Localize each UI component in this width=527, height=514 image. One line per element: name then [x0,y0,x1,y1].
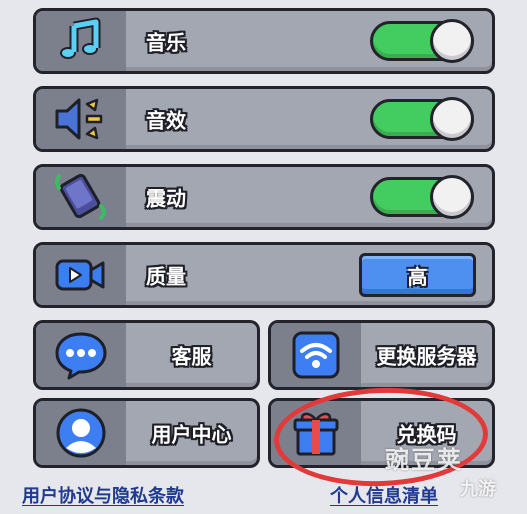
customer-service-button[interactable]: 客服 [33,320,260,390]
customer-service-label: 客服 [171,344,212,369]
vibration-toggle[interactable] [370,175,474,219]
chat-bubble-icon [36,323,126,387]
change-server-label: 更换服务器 [376,344,477,369]
user-avatar-icon [36,401,126,465]
music-setting-row: 音乐 [33,8,495,74]
vibration-setting-row: 震动 [33,164,495,230]
toggle-knob [430,175,474,219]
toggle-knob [430,97,474,141]
change-server-button[interactable]: 更换服务器 [268,320,495,390]
vibration-label: 震动 [146,186,186,211]
sound-setting-row: 音效 [33,86,495,152]
vibrate-phone-icon [36,167,126,227]
personal-info-list-link[interactable]: 个人信息清单 [330,482,438,508]
music-note-icon [36,11,126,71]
privacy-policy-link[interactable]: 用户协议与隐私条款 [22,482,184,508]
toggle-knob [430,19,474,63]
wifi-icon [271,323,361,387]
speaker-icon [36,89,126,149]
gift-box-icon [271,401,361,465]
sound-label: 音效 [146,108,186,133]
watermark-text-secondary: 九游 [460,479,496,500]
quality-select-button[interactable]: 高 [359,253,476,297]
sound-toggle[interactable] [370,97,474,141]
video-camera-icon [36,245,126,305]
quality-setting-row: 质量 高 [33,242,495,308]
user-center-button[interactable]: 用户中心 [33,398,260,468]
music-toggle[interactable] [370,19,474,63]
watermark-text: 豌豆荚 [385,446,463,474]
user-center-label: 用户中心 [151,422,232,447]
music-label: 音乐 [146,30,186,55]
quality-label: 质量 [146,264,186,289]
